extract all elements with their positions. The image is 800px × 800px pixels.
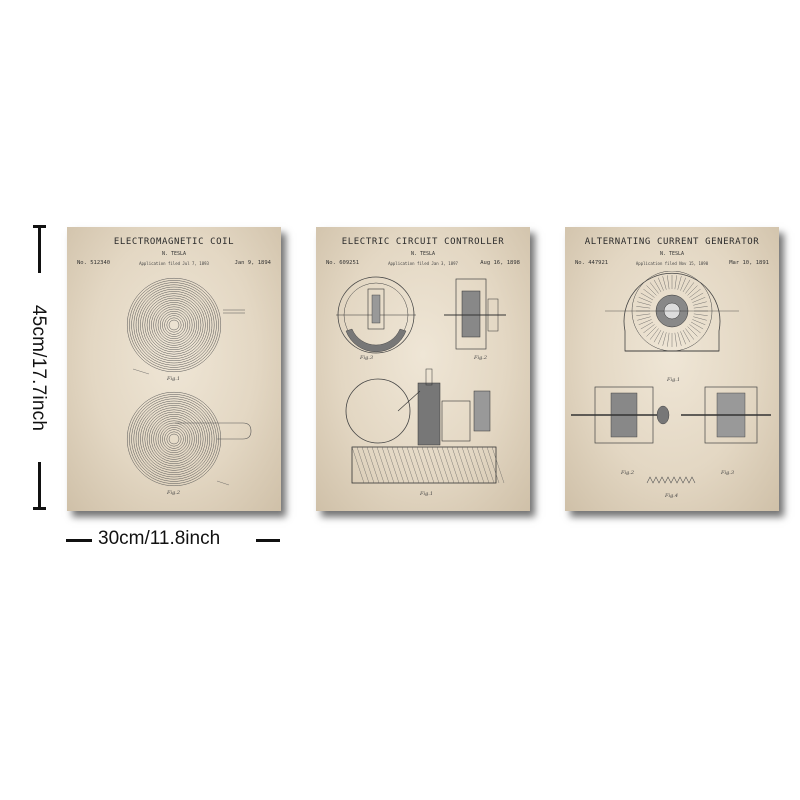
product-image: 45cm/17.7inch 30cm/11.8inch ELECTROMAGNE… [0,0,800,800]
figure-label: Fig.1 [420,491,434,497]
figure-label: Fig.2 [167,490,181,496]
figure-label: Fig.3 [721,470,735,476]
figure-label: Fig.4 [665,493,679,499]
poster-inventor: N. TESLA [410,251,436,257]
patent-date: Jan 9, 1894 [234,260,271,266]
poster-alternating-current-generator: ALTERNATING CURRENT GENERATOR N. TESLA N… [565,227,779,511]
generator-drawing [571,271,771,484]
figure-label: Fig.3 [360,355,374,361]
poster-title: ELECTROMAGNETIC COIL [113,237,235,247]
coil-drawing [126,277,252,487]
figure-label: Fig.1 [667,377,681,383]
width-label: 30cm/11.8inch [98,528,221,549]
poster-inventor: N. TESLA [659,251,685,257]
figure-label: Fig.2 [474,355,488,361]
width-dimension-marker: 30cm/11.8inch [66,528,284,556]
figure-label: Fig.1 [167,376,181,382]
figure-label: Fig.2 [621,470,635,476]
poster-title: ALTERNATING CURRENT GENERATOR [584,237,760,247]
poster-electromagnetic-coil: ELECTROMAGNETIC COIL N. TESLA No. 512340… [67,227,281,511]
height-label: 45cm/17.7inch [28,304,49,432]
patent-date: Aug 16, 1898 [480,260,520,266]
poster-electric-circuit-controller: ELECTRIC CIRCUIT CONTROLLER N. TESLA No.… [316,227,530,511]
controller-drawing [336,276,506,484]
patent-date: Mar 10, 1891 [729,260,769,266]
poster-inventor: N. TESLA [161,251,187,257]
poster-title: ELECTRIC CIRCUIT CONTROLLER [341,237,505,247]
